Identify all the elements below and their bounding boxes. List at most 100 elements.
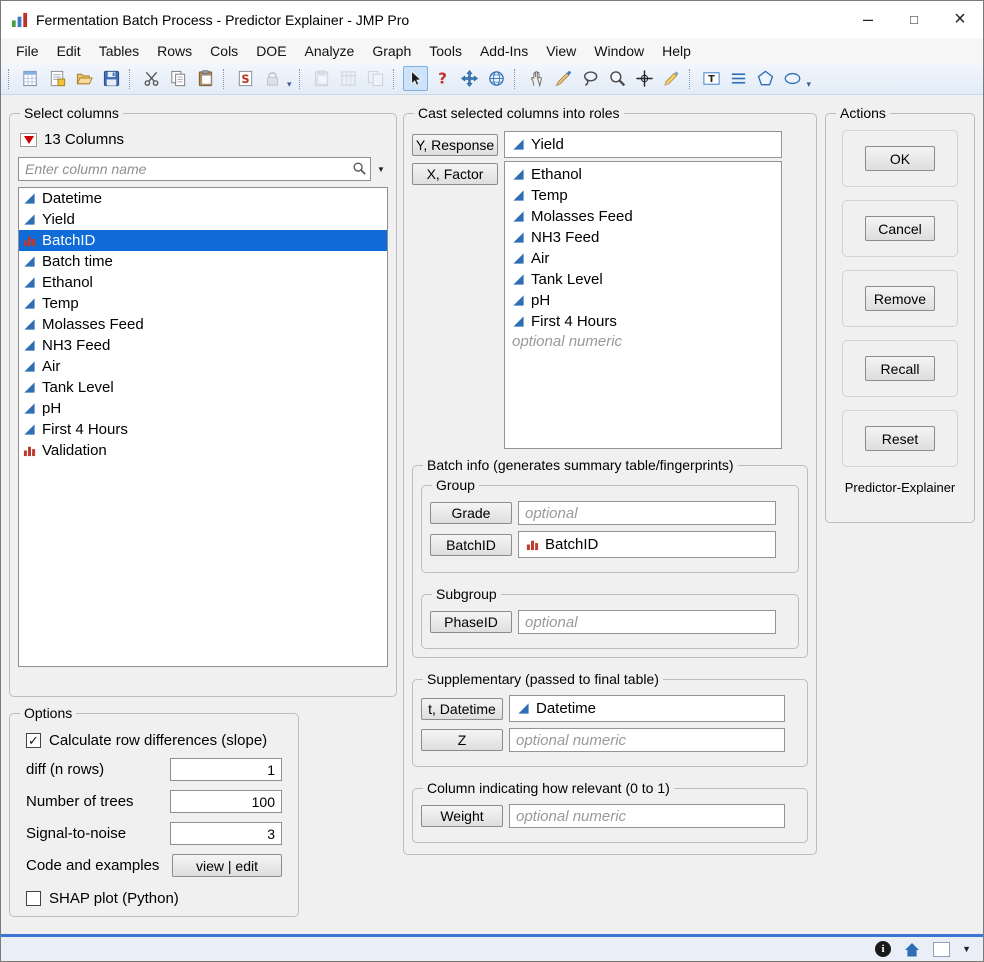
shap-checkbox[interactable] <box>26 891 41 906</box>
maximize-button[interactable]: □ <box>891 1 937 38</box>
menu-cols[interactable]: Cols <box>201 38 247 63</box>
column-item-ethanol[interactable]: Ethanol <box>508 164 778 185</box>
crosshair-tool-icon[interactable] <box>632 66 657 91</box>
globe-tool-icon[interactable] <box>484 66 509 91</box>
column-item-batchid[interactable]: BatchID <box>522 534 772 555</box>
z-box[interactable]: optional numeric <box>509 728 785 752</box>
diff-rows-input[interactable] <box>170 758 282 781</box>
help-tool-icon[interactable]: ? <box>430 66 455 91</box>
chevron-down-icon[interactable]: ▼ <box>962 944 971 954</box>
polygon-tool-icon[interactable] <box>753 66 778 91</box>
num-trees-input[interactable] <box>170 790 282 813</box>
column-item-yield[interactable]: Yield <box>508 134 778 155</box>
column-item-batch-time[interactable]: Batch time <box>19 251 387 272</box>
view-edit-button[interactable]: view | edit <box>172 854 282 877</box>
text-box-tool-icon[interactable]: T <box>699 66 724 91</box>
column-item-validation[interactable]: Validation <box>19 440 387 461</box>
x-factor-button[interactable]: X, Factor <box>412 163 498 185</box>
column-item-nh3-feed[interactable]: NH3 Feed <box>19 335 387 356</box>
columns-list[interactable]: Datetime Yield BatchID Batch time Ethanol Tem… <box>18 187 388 667</box>
column-item-molasses-feed[interactable]: Molasses Feed <box>508 206 778 227</box>
column-item-air[interactable]: Air <box>508 248 778 269</box>
column-item-tank-level[interactable]: Tank Level <box>508 269 778 290</box>
run-script-icon[interactable]: S <box>233 66 258 91</box>
column-item-yield[interactable]: Yield <box>19 209 387 230</box>
y-response-box[interactable]: Yield <box>504 131 782 158</box>
menu-tables[interactable]: Tables <box>90 38 148 63</box>
batchid-button[interactable]: BatchID <box>430 533 512 556</box>
weight-button[interactable]: Weight <box>421 805 503 827</box>
column-item-nh3-feed[interactable]: NH3 Feed <box>508 227 778 248</box>
menu-rows[interactable]: Rows <box>148 38 201 63</box>
column-item-ph[interactable]: pH <box>508 290 778 311</box>
recall-button[interactable]: Recall <box>865 356 935 381</box>
oval-tool-icon[interactable] <box>780 66 805 91</box>
batchid-box[interactable]: BatchID <box>518 531 776 558</box>
column-item-temp[interactable]: Temp <box>508 185 778 206</box>
menu-help[interactable]: Help <box>653 38 700 63</box>
annotate-tool-icon[interactable] <box>659 66 684 91</box>
menu-edit[interactable]: Edit <box>48 38 90 63</box>
menu-add-ins[interactable]: Add-Ins <box>471 38 537 63</box>
row-diff-checkbox[interactable] <box>26 733 41 748</box>
weight-box[interactable]: optional numeric <box>509 804 785 828</box>
menu-view[interactable]: View <box>537 38 585 63</box>
menu-window[interactable]: Window <box>585 38 653 63</box>
column-item-ph[interactable]: pH <box>19 398 387 419</box>
column-item-batchid[interactable]: BatchID <box>19 230 387 251</box>
line-tool-icon[interactable] <box>726 66 751 91</box>
red-triangle-menu[interactable] <box>20 132 37 147</box>
reset-button[interactable]: Reset <box>865 426 935 451</box>
grade-button[interactable]: Grade <box>430 502 512 524</box>
z-button[interactable]: Z <box>421 729 503 751</box>
home-icon[interactable] <box>903 941 921 958</box>
datetime-button[interactable]: t, Datetime <box>421 697 503 720</box>
menu-file[interactable]: File <box>7 38 48 63</box>
column-item-datetime[interactable]: Datetime <box>19 188 387 209</box>
column-item-temp[interactable]: Temp <box>19 293 387 314</box>
menu-analyze[interactable]: Analyze <box>296 38 364 63</box>
lasso-tool-icon[interactable] <box>578 66 603 91</box>
cancel-button[interactable]: Cancel <box>865 216 935 241</box>
menu-doe[interactable]: DOE <box>247 38 295 63</box>
magnifier-tool-icon[interactable] <box>605 66 630 91</box>
menu-tools[interactable]: Tools <box>420 38 471 63</box>
close-button[interactable]: × <box>937 1 983 38</box>
copy-icon[interactable] <box>166 66 191 91</box>
ok-button[interactable]: OK <box>865 146 935 171</box>
cut-icon[interactable] <box>139 66 164 91</box>
duplicate-table-icon[interactable] <box>363 66 388 91</box>
info-icon[interactable]: i <box>875 941 892 957</box>
column-item-tank-level[interactable]: Tank Level <box>19 377 387 398</box>
column-item-molasses-feed[interactable]: Molasses Feed <box>19 314 387 335</box>
move-tool-icon[interactable] <box>457 66 482 91</box>
new-data-table-icon[interactable] <box>18 66 43 91</box>
grabber-tool-icon[interactable] <box>524 66 549 91</box>
column-item-air[interactable]: Air <box>19 356 387 377</box>
datetime-box[interactable]: Datetime <box>509 695 785 722</box>
toolbar-overflow-chevron-icon[interactable]: ▾ <box>807 79 812 90</box>
remove-button[interactable]: Remove <box>865 286 935 311</box>
phaseid-box[interactable]: optional <box>518 610 776 634</box>
menu-graph[interactable]: Graph <box>363 38 420 63</box>
phaseid-button[interactable]: PhaseID <box>430 611 512 633</box>
column-search-input[interactable] <box>18 157 371 181</box>
paste-icon[interactable] <box>193 66 218 91</box>
toolbar-overflow-chevron-icon[interactable]: ▾ <box>287 79 292 90</box>
open-icon[interactable] <box>72 66 97 91</box>
column-item-datetime[interactable]: Datetime <box>513 698 781 719</box>
arrow-tool-icon[interactable] <box>402 66 428 91</box>
copy-with-names-icon[interactable] <box>336 66 361 91</box>
brush-tool-icon[interactable] <box>551 66 576 91</box>
signal-to-noise-input[interactable] <box>170 822 282 845</box>
column-item-first-4-hours[interactable]: First 4 Hours <box>19 419 387 440</box>
new-journal-icon[interactable] <box>45 66 70 91</box>
search-options-dropdown[interactable]: ▼ <box>374 165 388 174</box>
window-preview-icon[interactable] <box>933 941 951 957</box>
column-item-first-4-hours[interactable]: First 4 Hours <box>508 311 778 332</box>
save-icon[interactable] <box>99 66 124 91</box>
minimize-button[interactable]: – <box>845 1 891 38</box>
lock-icon[interactable] <box>260 66 285 91</box>
grade-box[interactable]: optional <box>518 501 776 525</box>
column-item-ethanol[interactable]: Ethanol <box>19 272 387 293</box>
